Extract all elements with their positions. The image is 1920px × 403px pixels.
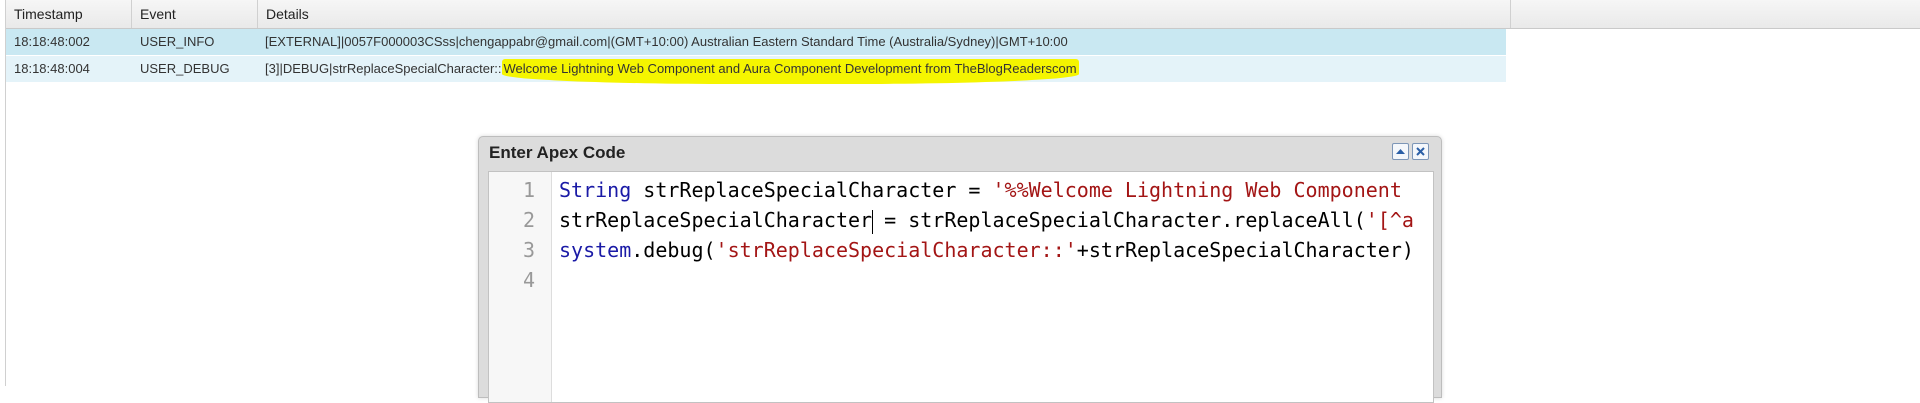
log-row[interactable]: 18:18:48:004 USER_DEBUG [3]|DEBUG|strRep… [6,56,1506,84]
highlighted-debug-message: Welcome Lightning Web Component and Aura… [501,59,1079,84]
log-timestamp: 18:18:48:002 [14,34,90,49]
code-string: '%%Welcome Lightning Web Component [992,178,1402,202]
line-number: 1 [522,178,535,202]
log-details: [3]|DEBUG|strReplaceSpecialCharacter:: We… [265,56,1505,84]
code-string: '[^a [1365,208,1414,232]
code-text-area[interactable]: String strReplaceSpecialCharacter = '%%W… [559,172,1429,402]
log-details: [EXTERNAL]|0057F000003CSss|chengappabr@g… [265,34,1068,49]
code-text: strReplaceSpecialCharacter = [631,178,993,202]
log-table-header: Timestamp Event Details [6,0,1920,29]
line-number-gutter: 1 2 3 4 [489,172,552,402]
column-header-details[interactable]: Details [258,0,1511,28]
code-text: .debug( [631,238,716,262]
column-header-timestamp[interactable]: Timestamp [6,0,132,28]
log-row[interactable]: 18:18:48:002 USER_INFO [EXTERNAL]|0057F0… [6,29,1506,55]
enter-apex-code-dialog: Enter Apex Code 1 2 3 4 String strReplac… [478,136,1442,403]
code-keyword: String [559,178,632,202]
code-keyword: system [559,238,632,262]
code-line-3: system.debug('strReplaceSpecialCharacter… [559,235,1414,265]
column-header-event[interactable]: Event [132,0,258,28]
log-details-prefix: [3]|DEBUG|strReplaceSpecialCharacter:: [265,61,502,76]
line-number: 2 [522,208,535,232]
log-timestamp: 18:18:48:004 [14,61,90,76]
code-line-1: String strReplaceSpecialCharacter = '%%W… [559,175,1402,205]
log-event: USER_DEBUG [140,61,230,76]
code-text: +strReplaceSpecialCharacter) [1076,238,1414,262]
apex-code-editor[interactable]: 1 2 3 4 String strReplaceSpecialCharacte… [488,171,1434,403]
log-event: USER_INFO [140,34,215,49]
collapse-button[interactable] [1392,143,1409,160]
close-button[interactable] [1412,143,1429,160]
line-number: 4 [522,268,535,292]
code-text: = strReplaceSpecialCharacter.replaceAll( [872,208,1366,232]
dialog-title: Enter Apex Code [489,143,626,162]
code-line-2: strReplaceSpecialCharacter = strReplaceS… [559,205,1414,235]
code-text: strReplaceSpecialCharacter [559,208,873,232]
line-number: 3 [522,238,535,262]
code-string: 'strReplaceSpecialCharacter::' [715,238,1077,262]
